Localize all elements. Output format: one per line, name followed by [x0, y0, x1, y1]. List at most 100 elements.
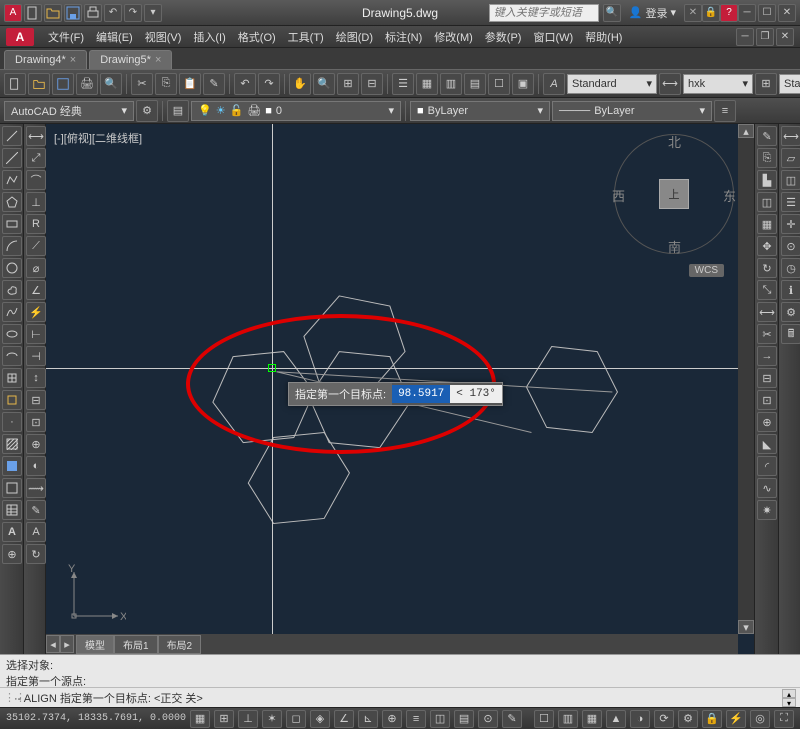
- xline-icon[interactable]: [2, 148, 22, 168]
- doc-close-button[interactable]: ✕: [776, 28, 794, 46]
- mirror-icon[interactable]: ▙: [757, 170, 777, 190]
- dc-icon[interactable]: ▦: [416, 73, 438, 95]
- break-icon[interactable]: ⊡: [757, 390, 777, 410]
- dim-diameter-icon[interactable]: ⌀: [26, 258, 46, 278]
- scale-icon[interactable]: ⤡: [757, 280, 777, 300]
- dim-aligned-icon[interactable]: ⤢: [26, 148, 46, 168]
- preview-icon[interactable]: 🔍: [100, 73, 122, 95]
- print-button[interactable]: [84, 4, 102, 22]
- id-icon[interactable]: ✛: [781, 214, 800, 234]
- redo-button[interactable]: ↷: [124, 4, 142, 22]
- distance-icon[interactable]: ⟷: [781, 126, 800, 146]
- text-style-icon[interactable]: A: [543, 73, 565, 95]
- revcloud-icon[interactable]: [2, 280, 22, 300]
- lock-ui-icon[interactable]: 🔒: [702, 710, 722, 728]
- dim-linear-icon[interactable]: ⟷: [26, 126, 46, 146]
- spline-icon[interactable]: [2, 302, 22, 322]
- blend-icon[interactable]: ∿: [757, 478, 777, 498]
- menu-item[interactable]: 绘图(D): [330, 30, 379, 46]
- extend-icon[interactable]: →: [757, 346, 777, 366]
- offset-icon[interactable]: ◫: [757, 192, 777, 212]
- redo-icon[interactable]: ↷: [258, 73, 280, 95]
- rotate-icon[interactable]: ↻: [757, 258, 777, 278]
- zoom-icon[interactable]: 🔍: [313, 73, 335, 95]
- ortho-toggle[interactable]: ⊥: [238, 710, 258, 728]
- insert-block-icon[interactable]: [2, 368, 22, 388]
- dim-update-icon[interactable]: ↻: [26, 544, 46, 564]
- horizontal-scrollbar[interactable]: ◂ ▸ 模型布局1布局2: [46, 634, 738, 654]
- new-icon[interactable]: [4, 73, 26, 95]
- menu-item[interactable]: 视图(V): [139, 30, 188, 46]
- color-combo[interactable]: ■ByLayer▾: [410, 101, 550, 121]
- calc-icon[interactable]: ▣: [512, 73, 534, 95]
- dim-quick-icon[interactable]: ⚡: [26, 302, 46, 322]
- dim-break-icon[interactable]: ⊟: [26, 390, 46, 410]
- region-icon[interactable]: [2, 478, 22, 498]
- table-style-icon[interactable]: ⊞: [755, 73, 777, 95]
- help-icon[interactable]: ?: [720, 4, 738, 22]
- hatch-icon[interactable]: [2, 434, 22, 454]
- explode-icon[interactable]: ✷: [757, 500, 777, 520]
- linetype-combo[interactable]: ────ByLayer▾: [552, 101, 712, 121]
- document-tab[interactable]: Drawing4*×: [4, 50, 87, 69]
- make-block-icon[interactable]: [2, 390, 22, 410]
- otrack-toggle[interactable]: ∠: [334, 710, 354, 728]
- addselected-icon[interactable]: ⊕: [2, 544, 22, 564]
- inspect-icon[interactable]: ◐: [26, 456, 46, 476]
- rectangle-icon[interactable]: [2, 214, 22, 234]
- open-button[interactable]: [44, 4, 62, 22]
- annoscale-icon[interactable]: ▲: [606, 710, 626, 728]
- undo-icon[interactable]: ↶: [234, 73, 256, 95]
- move-icon[interactable]: ✥: [757, 236, 777, 256]
- menu-item[interactable]: 插入(I): [187, 30, 231, 46]
- break-at-icon[interactable]: ⊟: [757, 368, 777, 388]
- workspace-settings-icon[interactable]: ⚙: [136, 100, 158, 122]
- cmd-handle-icon[interactable]: ⋮⋮: [4, 691, 14, 704]
- minimize-button[interactable]: ─: [738, 4, 756, 22]
- layout-tab[interactable]: 布局1: [114, 635, 158, 654]
- sc-toggle[interactable]: ⊙: [478, 710, 498, 728]
- layout-tab[interactable]: 布局2: [158, 635, 202, 654]
- polar-toggle[interactable]: ✶: [262, 710, 282, 728]
- menu-item[interactable]: 编辑(E): [90, 30, 139, 46]
- login-button[interactable]: 👤 登录 ▾: [629, 5, 676, 21]
- coords-readout[interactable]: 35102.7374, 18335.7691, 0.0000: [6, 713, 186, 724]
- dyn-toggle[interactable]: ⊕: [382, 710, 402, 728]
- undo-button[interactable]: ↶: [104, 4, 122, 22]
- close-button[interactable]: ✕: [778, 4, 796, 22]
- layout-tab[interactable]: 模型: [76, 635, 114, 654]
- annoauto-icon[interactable]: ⟳: [654, 710, 674, 728]
- erase-icon[interactable]: ✎: [757, 126, 777, 146]
- markup-icon[interactable]: ☐: [488, 73, 510, 95]
- dim-arc-icon[interactable]: ⌒: [26, 170, 46, 190]
- cut-icon[interactable]: ✂: [131, 73, 153, 95]
- arc-icon[interactable]: [2, 236, 22, 256]
- center-mark-icon[interactable]: ⊕: [26, 434, 46, 454]
- array-icon[interactable]: ▦: [757, 214, 777, 234]
- ducs-toggle[interactable]: ⊾: [358, 710, 378, 728]
- pline-icon[interactable]: [2, 170, 22, 190]
- scroll-right-icon[interactable]: ▸: [60, 635, 74, 653]
- dyn-angle-input[interactable]: < 173°: [450, 385, 502, 403]
- dim-edit-icon[interactable]: ✎: [26, 500, 46, 520]
- viewcube-north[interactable]: 北: [668, 132, 681, 151]
- quickcalc-icon[interactable]: 🖩: [781, 324, 800, 344]
- join-icon[interactable]: ⊕: [757, 412, 777, 432]
- ellipse-icon[interactable]: [2, 324, 22, 344]
- dim-style-combo[interactable]: hxk▾: [683, 74, 753, 94]
- viewcube-face[interactable]: 上: [659, 179, 689, 209]
- mtext-icon[interactable]: A: [2, 522, 22, 542]
- zoom-prev-icon[interactable]: ⊟: [361, 73, 383, 95]
- save-button[interactable]: [64, 4, 82, 22]
- wcs-badge[interactable]: WCS: [689, 264, 724, 277]
- polygon-icon[interactable]: [2, 192, 22, 212]
- scroll-left-icon[interactable]: ◂: [46, 635, 60, 653]
- vertical-scrollbar[interactable]: ▴ ▾: [738, 124, 754, 634]
- lock-icon[interactable]: 🔒: [702, 4, 720, 22]
- dim-ord-icon[interactable]: ⊥: [26, 192, 46, 212]
- tp-icon[interactable]: ▥: [440, 73, 462, 95]
- viewcube-west[interactable]: 西: [612, 186, 625, 205]
- tpy-toggle[interactable]: ◫: [430, 710, 450, 728]
- line-icon[interactable]: [2, 126, 22, 146]
- point-icon[interactable]: ·: [2, 412, 22, 432]
